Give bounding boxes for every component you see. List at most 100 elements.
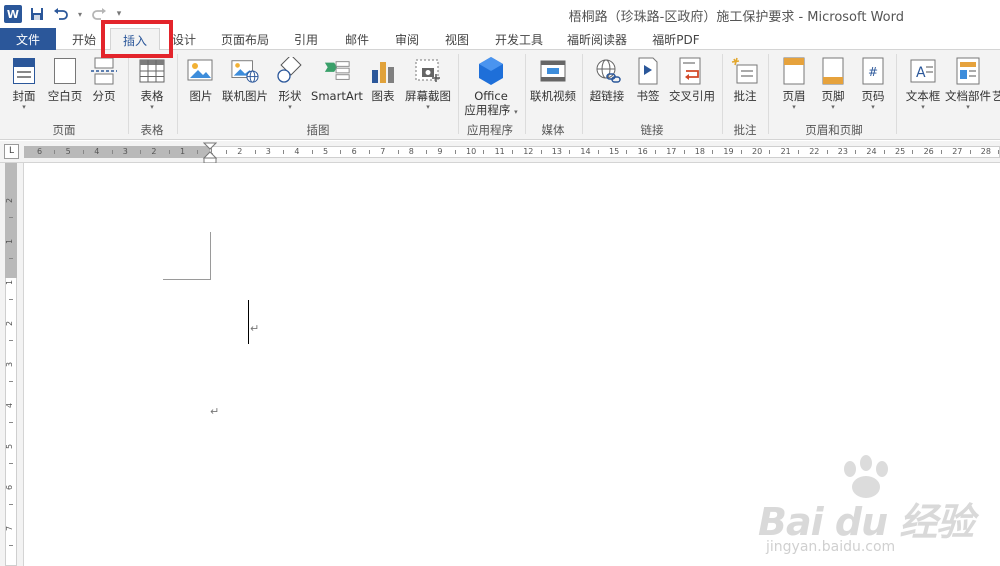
header-button[interactable]: 页眉 ▾ (777, 52, 811, 120)
tab-developer[interactable]: 开发工具 (488, 28, 550, 50)
ruler-tick-label: 18 (694, 147, 705, 156)
undo-dropdown-icon[interactable]: ▾ (76, 5, 84, 23)
ruler-tick-mark (368, 150, 370, 154)
tab-foxit-pdf[interactable]: 福昕PDF (644, 28, 708, 50)
undo-icon[interactable] (52, 5, 70, 23)
footer-button[interactable]: 页脚 ▾ (816, 52, 850, 120)
cover-page-label: 封面 (12, 89, 36, 103)
tab-home[interactable]: 开始 (60, 28, 108, 50)
ruler-tick-mark (998, 150, 1000, 154)
page-number-button[interactable]: # 页码 ▾ (856, 52, 890, 120)
office-apps-label-2: 应用程序 ▾ (464, 103, 517, 119)
tab-file[interactable]: 文件 (0, 28, 56, 50)
pictures-label: 图片 (189, 89, 213, 103)
redo-icon[interactable] (90, 5, 108, 23)
vertical-ruler[interactable]: 2112345678 (0, 163, 24, 566)
ruler-tick-mark (82, 150, 84, 154)
word-app-icon[interactable]: W (4, 5, 22, 23)
ruler-tick-mark (683, 150, 685, 154)
online-video-label: 联机视频 (530, 89, 576, 103)
group-header-footer-label: 页眉和页脚 (805, 123, 863, 137)
chevron-down-icon: ▾ (288, 103, 292, 111)
office-apps-button[interactable]: Office 应用程序 ▾ (462, 52, 520, 120)
screenshot-button[interactable]: 屏幕截图 ▾ (402, 52, 454, 120)
paragraph-mark: ↵ (250, 322, 260, 335)
chevron-down-icon: ▾ (514, 108, 518, 116)
group-media-label: 媒体 (541, 123, 565, 137)
ruler-tick-mark (311, 150, 313, 154)
vruler-tick-label: 6 (5, 484, 15, 491)
title-bar: W ▾ ▾ 梧桐路（珍珠路-区政府）施工保护要求 - Microsoft Wor… (0, 0, 1000, 28)
pictures-button[interactable]: 图片 (184, 52, 218, 120)
ruler-tick-mark (740, 150, 742, 154)
indent-marker-icon[interactable] (203, 142, 217, 164)
table-label: 表格 (140, 89, 164, 103)
cover-page-button[interactable]: 封面 ▾ (6, 52, 42, 120)
ruler-tick-mark (254, 150, 256, 154)
ruler-tick-mark (54, 150, 56, 154)
ruler-tick-label: 4 (294, 147, 300, 156)
ruler-tick-label: 25 (895, 147, 906, 156)
tab-stop-selector[interactable]: L (4, 144, 19, 159)
watermark-brand: Bai du 经验 (758, 500, 974, 544)
tab-foxit-reader[interactable]: 福昕阅读器 (560, 28, 634, 50)
group-apps-label: 应用程序 (467, 123, 513, 137)
customize-qat-icon[interactable]: ▾ (114, 5, 124, 23)
smartart-button[interactable]: SmartArt (310, 52, 364, 120)
cross-reference-icon (678, 56, 706, 86)
online-video-button[interactable]: 联机视频 (529, 52, 577, 120)
online-pictures-label: 联机图片 (222, 89, 268, 103)
save-icon[interactable] (28, 5, 46, 23)
comment-button[interactable]: 批注 (727, 52, 763, 120)
ruler-tick-label: 22 (809, 147, 820, 156)
shapes-icon (276, 56, 304, 86)
ruler-tick-label: 19 (723, 147, 734, 156)
blank-page-button[interactable]: 空白页 (46, 52, 84, 120)
online-pictures-button[interactable]: 联机图片 (220, 52, 270, 120)
ruler-tick-mark (140, 150, 142, 154)
ruler-tick-mark (168, 150, 170, 154)
ruler-tick-label: 6 (351, 147, 357, 156)
bookmark-icon (634, 56, 662, 86)
tab-references[interactable]: 引用 (286, 28, 326, 50)
text-box-button[interactable]: A 文本框 ▾ (901, 52, 945, 120)
tab-design[interactable]: 设计 (164, 28, 204, 50)
ruler-tick-label: 13 (551, 147, 562, 156)
ruler-tick-label: 5 (323, 147, 329, 156)
footer-icon (819, 56, 847, 86)
group-divider (525, 54, 526, 134)
page-break-button[interactable]: 分页 (88, 52, 120, 120)
chart-button[interactable]: 图表 (368, 52, 398, 120)
ruler-tick-label: 14 (580, 147, 591, 156)
margin-corner-mark (210, 232, 211, 280)
horizontal-ruler[interactable]: L 6 5 4 3 2 1 1 2 3 4 5 6 7 8 9 10 11 12 13 14 15 16 17 18 19 20 2… (0, 141, 1000, 164)
ruler-tick-mark (597, 150, 599, 154)
baidu-watermark: Bai du 经验 jingyan.baidu.com (758, 455, 988, 565)
shapes-button[interactable]: 形状 ▾ (274, 52, 306, 120)
wordart-button[interactable]: 艺 (992, 52, 1000, 120)
tab-mailings[interactable]: 邮件 (336, 28, 378, 50)
cover-page-icon (10, 56, 38, 86)
table-button[interactable]: 表格 ▾ (134, 52, 170, 120)
tab-view[interactable]: 视图 (436, 28, 478, 50)
ruler-tick-mark (283, 150, 285, 154)
bookmark-button[interactable]: 书签 (632, 52, 664, 120)
ruler-tick-label: 16 (637, 147, 648, 156)
vruler-tick-label: 7 (5, 525, 15, 532)
tab-layout[interactable]: 页面布局 (214, 28, 276, 50)
ruler-tick-label: 4 (94, 147, 100, 156)
quick-parts-button[interactable]: 文档部件 ▾ (945, 52, 991, 120)
vruler-tick-label: 4 (5, 402, 15, 409)
tab-review[interactable]: 审阅 (386, 28, 428, 50)
ruler-tick-label: 23 (837, 147, 848, 156)
vruler-tick-mark (9, 544, 13, 546)
cross-reference-button[interactable]: 交叉引用 (666, 52, 718, 120)
tab-insert[interactable]: 插入 (110, 28, 160, 51)
hyperlink-icon (593, 56, 621, 86)
group-illustrations-label: 插图 (306, 123, 330, 137)
svg-text:#: # (868, 65, 878, 79)
picture-icon (187, 56, 215, 86)
page-number-icon: # (859, 56, 887, 86)
ruler-tick-mark (969, 150, 971, 154)
hyperlink-button[interactable]: 超链接 (587, 52, 627, 120)
